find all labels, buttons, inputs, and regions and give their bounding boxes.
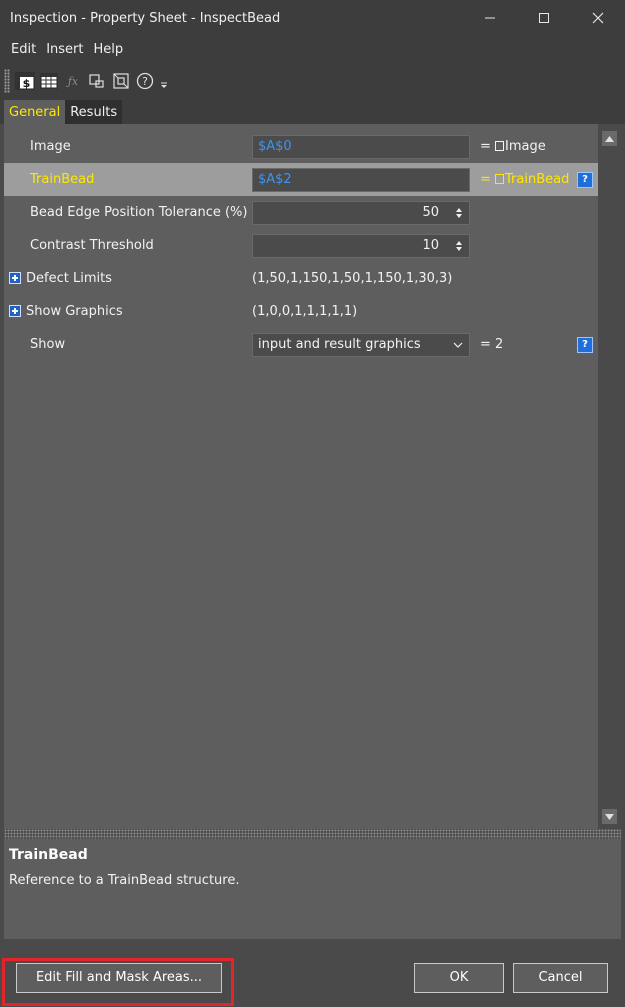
property-grid: Image $A$0 = Image TrainBead $A$2 = Trai… bbox=[4, 124, 598, 829]
property-label: TrainBead bbox=[30, 172, 95, 187]
property-result: = Image bbox=[480, 139, 546, 154]
property-grid-scrollbar[interactable] bbox=[598, 124, 621, 829]
property-label: Show bbox=[30, 337, 66, 352]
zoom-region-button[interactable] bbox=[86, 70, 108, 92]
close-button[interactable] bbox=[571, 0, 625, 36]
property-help-icon[interactable]: ? bbox=[577, 337, 593, 353]
ok-button[interactable]: OK bbox=[414, 963, 504, 993]
expand-plus-icon[interactable] bbox=[9, 272, 21, 284]
minimize-icon bbox=[485, 17, 495, 19]
property-label: Bead Edge Position Tolerance (%) bbox=[30, 205, 248, 220]
toolbar: $ ƒx ? bbox=[0, 62, 625, 100]
property-result: = 2 bbox=[480, 337, 504, 352]
show-graphics-dropdown[interactable]: input and result graphics bbox=[252, 333, 470, 357]
property-help-icon[interactable]: ? bbox=[577, 172, 593, 188]
scroll-down-button[interactable] bbox=[602, 809, 617, 824]
arrow-down-icon bbox=[605, 813, 614, 820]
property-row-show[interactable]: Show input and result graphics = 2 ? bbox=[4, 328, 598, 361]
description-text: Reference to a TrainBead structure. bbox=[9, 873, 240, 888]
cancel-button[interactable]: Cancel bbox=[513, 963, 608, 993]
zoom-region-icon bbox=[89, 74, 104, 88]
property-label: Show Graphics bbox=[26, 304, 123, 319]
description-panel: TrainBead Reference to a TrainBead struc… bbox=[4, 839, 621, 939]
svg-text:ƒx: ƒx bbox=[65, 75, 79, 88]
fit-region-button[interactable] bbox=[110, 70, 132, 92]
overflow-arrow-icon bbox=[161, 82, 167, 88]
function-button[interactable]: ƒx bbox=[62, 70, 84, 92]
property-label: Image bbox=[30, 139, 71, 154]
spin-arrows-icon[interactable] bbox=[453, 205, 465, 221]
tab-results[interactable]: Results bbox=[65, 100, 123, 124]
help-button[interactable]: ? bbox=[134, 70, 156, 92]
property-value: (1,0,0,1,1,1,1,1) bbox=[252, 304, 358, 319]
grid-button[interactable] bbox=[38, 70, 60, 92]
close-icon bbox=[592, 12, 604, 24]
property-row-bead-edge-tolerance[interactable]: Bead Edge Position Tolerance (%) 50 bbox=[4, 196, 598, 229]
description-title: TrainBead bbox=[9, 847, 88, 863]
bead-edge-tolerance-stepper[interactable]: 50 bbox=[252, 201, 470, 225]
property-row-contrast-threshold[interactable]: Contrast Threshold 10 bbox=[4, 229, 598, 262]
property-label: Contrast Threshold bbox=[30, 238, 154, 253]
spreadsheet-dollar-button[interactable]: $ bbox=[14, 70, 36, 92]
title-bar: Inspection - Property Sheet - InspectBea… bbox=[0, 0, 625, 36]
menu-edit[interactable]: Edit bbox=[6, 42, 41, 57]
property-row-image[interactable]: Image $A$0 = Image bbox=[4, 130, 598, 163]
menu-bar: Edit Insert Help bbox=[0, 36, 625, 62]
spin-arrows-icon[interactable] bbox=[453, 238, 465, 254]
expand-plus-icon[interactable] bbox=[9, 305, 21, 317]
contrast-threshold-stepper[interactable]: 10 bbox=[252, 234, 470, 258]
fit-region-icon bbox=[113, 73, 129, 89]
description-splitter[interactable] bbox=[4, 829, 621, 839]
menu-help[interactable]: Help bbox=[88, 42, 128, 57]
chevron-down-icon bbox=[453, 342, 463, 348]
image-reference-field[interactable]: $A$0 bbox=[252, 135, 470, 159]
trainbead-reference-field[interactable]: $A$2 bbox=[252, 168, 470, 192]
highlight-annotation bbox=[2, 958, 234, 1006]
structure-icon bbox=[495, 141, 505, 151]
svg-text:?: ? bbox=[142, 75, 148, 88]
structure-icon bbox=[495, 174, 505, 184]
grid-icon bbox=[40, 73, 58, 89]
toolbar-overflow-button[interactable] bbox=[158, 70, 170, 92]
property-result: = TrainBead bbox=[480, 172, 570, 187]
tab-general[interactable]: General bbox=[4, 100, 66, 124]
property-label: Defect Limits bbox=[26, 271, 112, 286]
menu-insert[interactable]: Insert bbox=[41, 42, 88, 57]
help-circle-icon: ? bbox=[136, 72, 154, 90]
spreadsheet-dollar-icon: $ bbox=[15, 72, 35, 90]
maximize-button[interactable] bbox=[517, 0, 571, 36]
maximize-icon bbox=[539, 13, 549, 23]
property-row-defect-limits[interactable]: Defect Limits (1,50,1,150,1,50,1,150,1,3… bbox=[4, 262, 598, 295]
minimize-button[interactable] bbox=[463, 0, 517, 36]
property-row-trainbead[interactable]: TrainBead $A$2 = TrainBead ? bbox=[4, 163, 598, 196]
svg-text:$: $ bbox=[23, 77, 31, 90]
tab-strip: General Results bbox=[0, 100, 625, 124]
arrow-up-icon bbox=[605, 135, 614, 142]
property-value: (1,50,1,150,1,50,1,150,1,30,3) bbox=[252, 271, 453, 286]
toolbar-grip[interactable] bbox=[4, 69, 10, 93]
function-icon: ƒx bbox=[65, 75, 79, 88]
scroll-up-button[interactable] bbox=[602, 131, 617, 146]
property-row-show-graphics[interactable]: Show Graphics (1,0,0,1,1,1,1,1) bbox=[4, 295, 598, 328]
window-title: Inspection - Property Sheet - InspectBea… bbox=[10, 10, 281, 26]
